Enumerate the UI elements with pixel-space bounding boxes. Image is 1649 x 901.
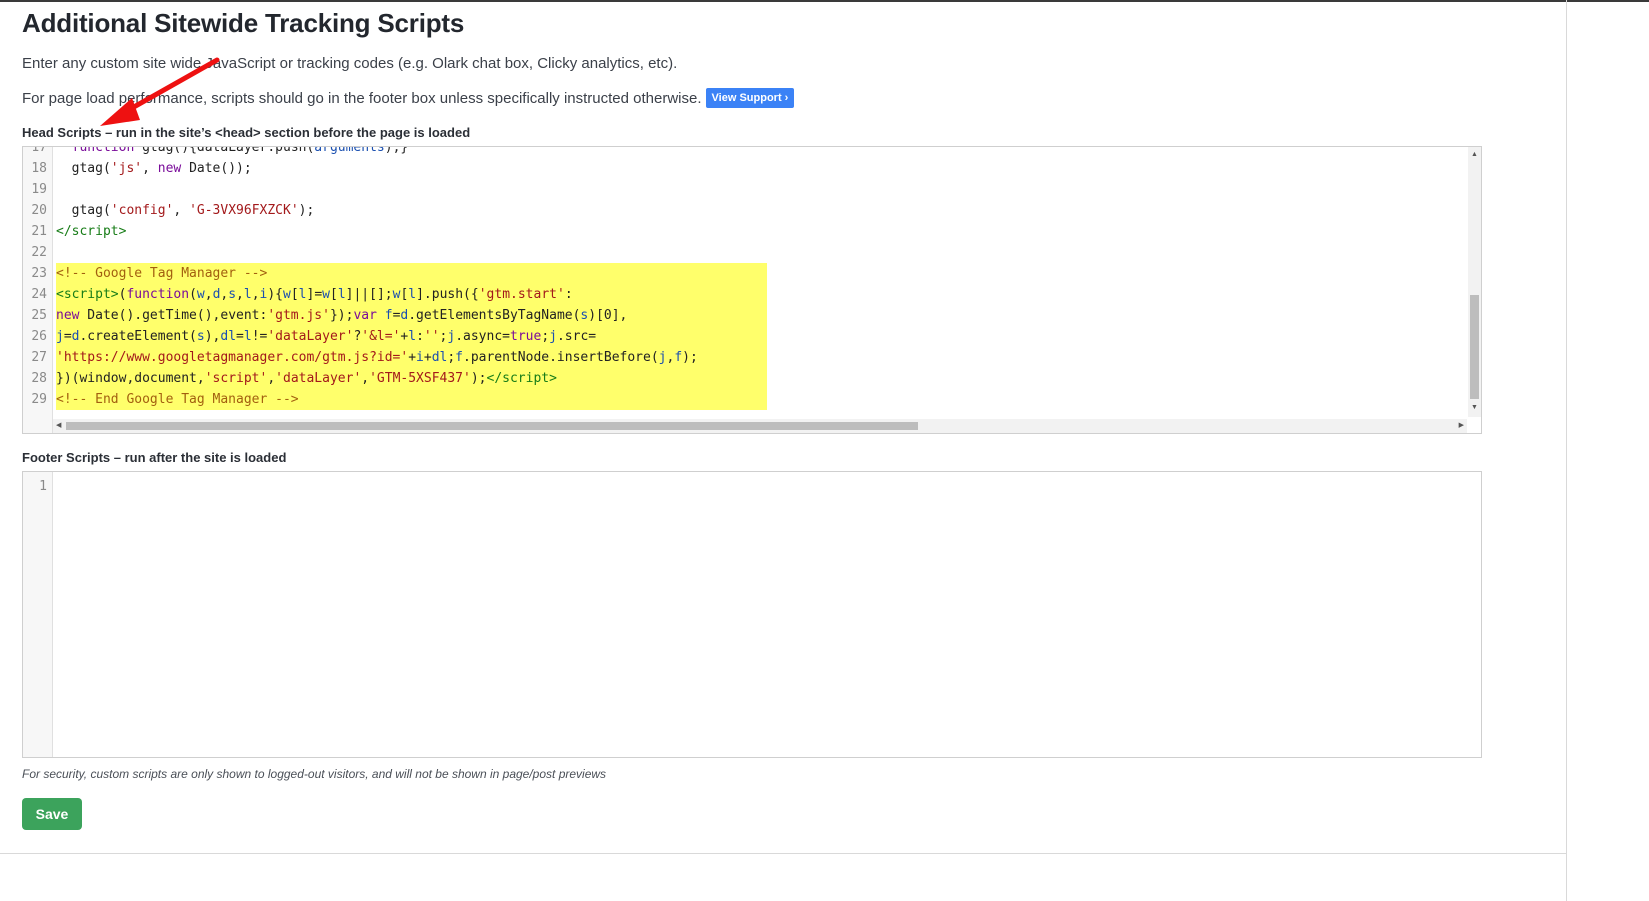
code-line: 19 [23, 179, 1481, 200]
code-text: })(window,document,'script','dataLayer',… [56, 368, 767, 389]
footer-scripts-editor[interactable]: 1 [22, 471, 1482, 758]
vertical-scroll-thumb[interactable] [1470, 295, 1479, 399]
code-text: <!-- End Google Tag Manager --> [56, 389, 767, 410]
line-number: 17 [31, 146, 47, 155]
scroll-down-arrow-icon[interactable]: ▼ [1468, 403, 1481, 413]
code-line: 20 gtag('config', 'G-3VX96FXZCK'); [23, 200, 1481, 221]
footer-editor-code: 1 [23, 476, 1481, 497]
save-button[interactable]: Save [22, 798, 82, 830]
code-text: <script>(function(w,d,s,l,i){w[l]=w[l]||… [56, 284, 767, 305]
code-text: function gtag(){dataLayer.push(arguments… [71, 146, 409, 155]
text-cursor [299, 392, 300, 408]
code-line-highlighted: 24 <script>(function(w,d,s,l,i){w[l]=w[l]… [23, 284, 1481, 305]
head-editor-horizontal-scrollbar[interactable]: ◀ ▶ [53, 419, 1467, 433]
scroll-up-arrow-icon[interactable]: ▲ [1468, 150, 1481, 160]
code-text: new Date().getTime(),event:'gtm.js'});va… [56, 305, 767, 326]
code-line-highlighted: 27 'https://www.googletagmanager.com/gtm.… [23, 347, 1481, 368]
line-number: 1 [39, 479, 47, 494]
scroll-right-arrow-icon[interactable]: ▶ [1459, 419, 1464, 433]
code-line-highlighted: 26 j=d.createElement(s),dl=l!='dataLayer'… [23, 326, 1481, 347]
code-line: 17 function gtag(){dataLayer.push(argume… [23, 146, 1481, 158]
head-scripts-editor[interactable]: 17 function gtag(){dataLayer.push(argume… [22, 146, 1482, 434]
line-number: 21 [31, 224, 47, 239]
horizontal-scroll-thumb[interactable] [66, 422, 918, 430]
line-number: 23 [31, 266, 47, 281]
code-text: <!-- Google Tag Manager --> [56, 263, 767, 284]
security-note: For security, custom scripts are only sh… [22, 767, 607, 781]
bottom-border [0, 853, 1566, 854]
view-support-button[interactable]: View Support › [705, 88, 795, 108]
code-text: gtag('js', new Date()); [56, 161, 252, 176]
code-line: 21 </script> [23, 221, 1481, 242]
line-number: 22 [31, 245, 47, 260]
code-text: j=d.createElement(s),dl=l!='dataLayer'?'… [56, 326, 767, 347]
head-editor-vertical-scrollbar[interactable]: ▲ ▼ [1468, 147, 1481, 417]
line-number: 26 [31, 329, 47, 344]
code-line: 1 [23, 476, 1481, 497]
scroll-left-arrow-icon[interactable]: ◀ [56, 419, 61, 433]
line-number: 20 [31, 203, 47, 218]
code-text: </script> [56, 224, 127, 239]
line-number: 28 [31, 371, 47, 386]
code-line-highlighted: 29 <!-- End Google Tag Manager --> [23, 389, 1481, 410]
line-number: 25 [31, 308, 47, 323]
code-line-highlighted: 23 <!-- Google Tag Manager --> [23, 263, 1481, 284]
line-number: 29 [31, 392, 47, 407]
line-number: 27 [31, 350, 47, 365]
right-border [1566, 0, 1567, 901]
page-title: Additional Sitewide Tracking Scripts [22, 8, 465, 38]
footer-scripts-label: Footer Scripts – run after the site is l… [22, 450, 287, 465]
footer-editor-gutter [23, 472, 53, 757]
code-line: 18 gtag('js', new Date()); [23, 158, 1481, 179]
code-text: 'https://www.googletagmanager.com/gtm.js… [56, 347, 767, 368]
code-line-highlighted: 28 })(window,document,'script','dataLayer… [23, 368, 1481, 389]
code-text: gtag('config', 'G-3VX96FXZCK'); [56, 203, 315, 218]
line-number: 18 [31, 161, 47, 176]
line-number: 24 [31, 287, 47, 302]
top-border [0, 0, 1649, 2]
head-editor-code: 17 function gtag(){dataLayer.push(argume… [23, 146, 1481, 410]
line-number: 19 [31, 182, 47, 197]
annotation-arrow-icon [100, 57, 220, 126]
code-line: 22 [23, 242, 1481, 263]
code-line-highlighted: 25 new Date().getTime(),event:'gtm.js'});… [23, 305, 1481, 326]
